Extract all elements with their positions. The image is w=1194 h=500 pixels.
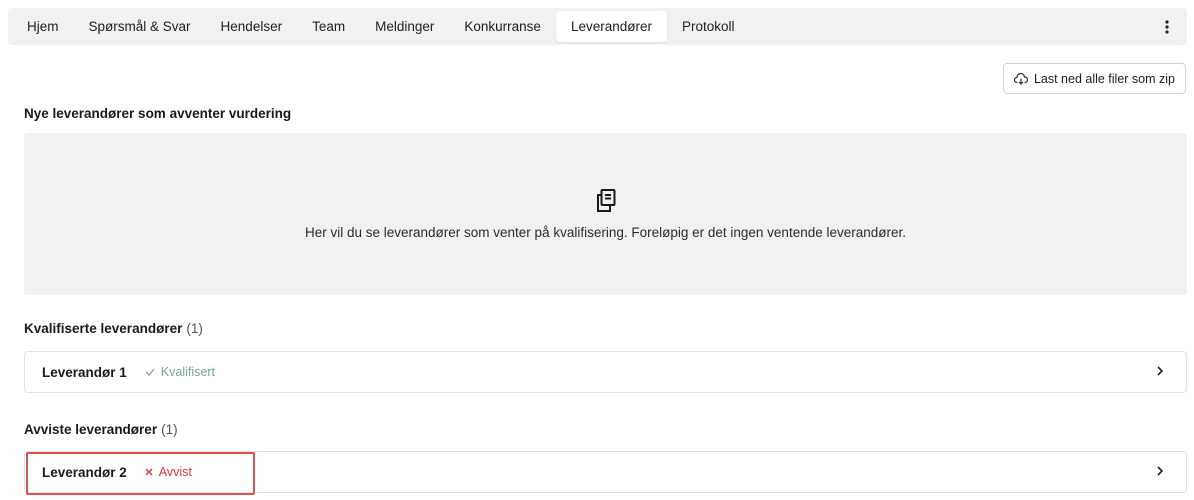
supplier-name: Leverandør 2 xyxy=(42,464,127,480)
supplier-row-qualified[interactable]: Leverandør 1 Kvalifisert xyxy=(24,351,1187,393)
tab-label: Hendelser xyxy=(220,19,283,34)
pending-section-title: Nye leverandører som avventer vurdering xyxy=(24,106,292,121)
rejected-count: (1) xyxy=(161,422,178,437)
supplier-row-rejected[interactable]: Leverandør 2 Avvist xyxy=(24,451,1187,493)
download-zip-button[interactable]: Last ned alle filer som zip xyxy=(1002,63,1186,94)
status-badge-qualified: Kvalifisert xyxy=(145,365,215,379)
tab-label: Hjem xyxy=(27,19,59,34)
tab-hjem[interactable]: Hjem xyxy=(12,11,74,42)
status-label: Avvist xyxy=(158,465,192,479)
pending-empty-text: Her vil du se leverandører som venter på… xyxy=(304,224,907,240)
status-label: Kvalifisert xyxy=(160,365,215,379)
tab-sporsmal-svar[interactable]: Spørsmål & Svar xyxy=(74,11,206,42)
tab-konkurranse[interactable]: Konkurranse xyxy=(449,11,556,42)
cloud-download-icon xyxy=(1013,72,1028,85)
tab-label: Meldinger xyxy=(375,19,435,34)
download-zip-label: Last ned alle filer som zip xyxy=(1033,71,1175,86)
tab-leverandorer[interactable]: Leverandører xyxy=(555,11,667,42)
tab-label: Protokoll xyxy=(681,19,735,34)
qualified-count: (1) xyxy=(186,321,203,336)
chevron-right-icon xyxy=(1157,366,1164,376)
tab-label: Spørsmål & Svar xyxy=(88,19,191,34)
tab-label: Team xyxy=(312,19,346,34)
tab-label: Konkurranse xyxy=(464,19,541,34)
tab-team[interactable]: Team xyxy=(297,11,360,42)
tab-hendelser[interactable]: Hendelser xyxy=(206,11,298,42)
rejected-section-title: Avviste leverandører (1) xyxy=(24,422,178,437)
documents-icon xyxy=(596,188,615,212)
tab-label: Leverandører xyxy=(570,19,652,34)
supplier-name: Leverandør 1 xyxy=(42,364,127,380)
vertical-dots-icon xyxy=(1165,19,1169,34)
status-badge-rejected: Avvist xyxy=(145,465,192,479)
tab-bar: Hjem Spørsmål & Svar Hendelser Team Meld… xyxy=(8,8,1187,45)
cross-icon xyxy=(145,468,153,476)
pending-empty-state: Her vil du se leverandører som venter på… xyxy=(24,133,1187,295)
chevron-right-icon xyxy=(1157,466,1164,476)
more-options-button[interactable] xyxy=(1155,11,1179,42)
check-icon xyxy=(145,368,155,376)
tab-meldinger[interactable]: Meldinger xyxy=(360,11,449,42)
tab-protokoll[interactable]: Protokoll xyxy=(667,11,750,42)
qualified-section-title: Kvalifiserte leverandører (1) xyxy=(24,321,203,336)
